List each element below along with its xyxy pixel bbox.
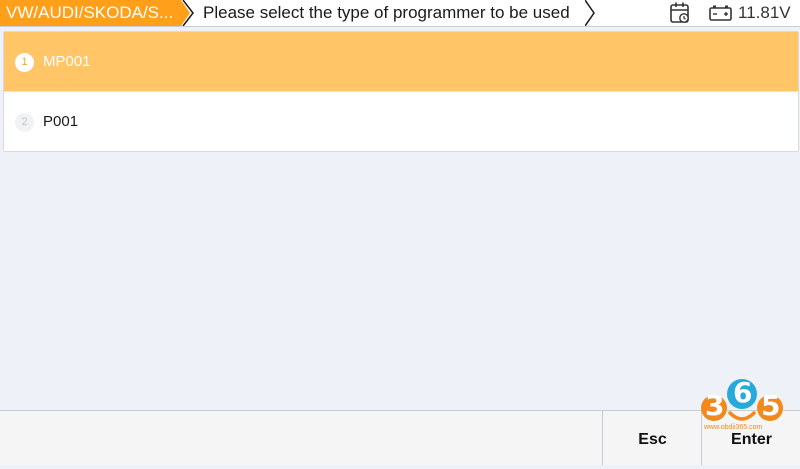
calendar-icon[interactable] — [669, 1, 691, 25]
programmer-list: 1 MP001 2 P001 — [3, 31, 799, 152]
list-item-label: P001 — [43, 113, 79, 130]
list-item-label: MP001 — [43, 53, 91, 70]
list-item-mp001[interactable]: 1 MP001 — [4, 32, 798, 92]
top-bar: VW/AUDI/SKODA/S... Please select the typ… — [0, 0, 800, 27]
bottom-bar: Esc Enter — [0, 410, 800, 465]
item-number-badge: 1 — [15, 53, 34, 72]
breadcrumb-label: VW/AUDI/SKODA/S... — [6, 3, 174, 22]
title-tab-edge — [585, 0, 595, 26]
page-title: Please select the type of programmer to … — [203, 3, 570, 22]
watermark-digit: 5 — [761, 389, 781, 422]
watermark-digit: 3 — [705, 389, 725, 422]
esc-button[interactable]: Esc — [602, 411, 702, 465]
watermark-site-text: www.obdii365.com — [704, 424, 763, 431]
item-number-badge: 2 — [15, 113, 34, 132]
watermark-digit: 6 — [733, 376, 753, 409]
site-watermark-logo: 3 6 5 www.obdii365.com — [700, 375, 784, 441]
list-item-p001[interactable]: 2 P001 — [4, 92, 798, 151]
battery-icon — [709, 5, 732, 21]
battery-voltage: 11.81V — [738, 3, 791, 22]
